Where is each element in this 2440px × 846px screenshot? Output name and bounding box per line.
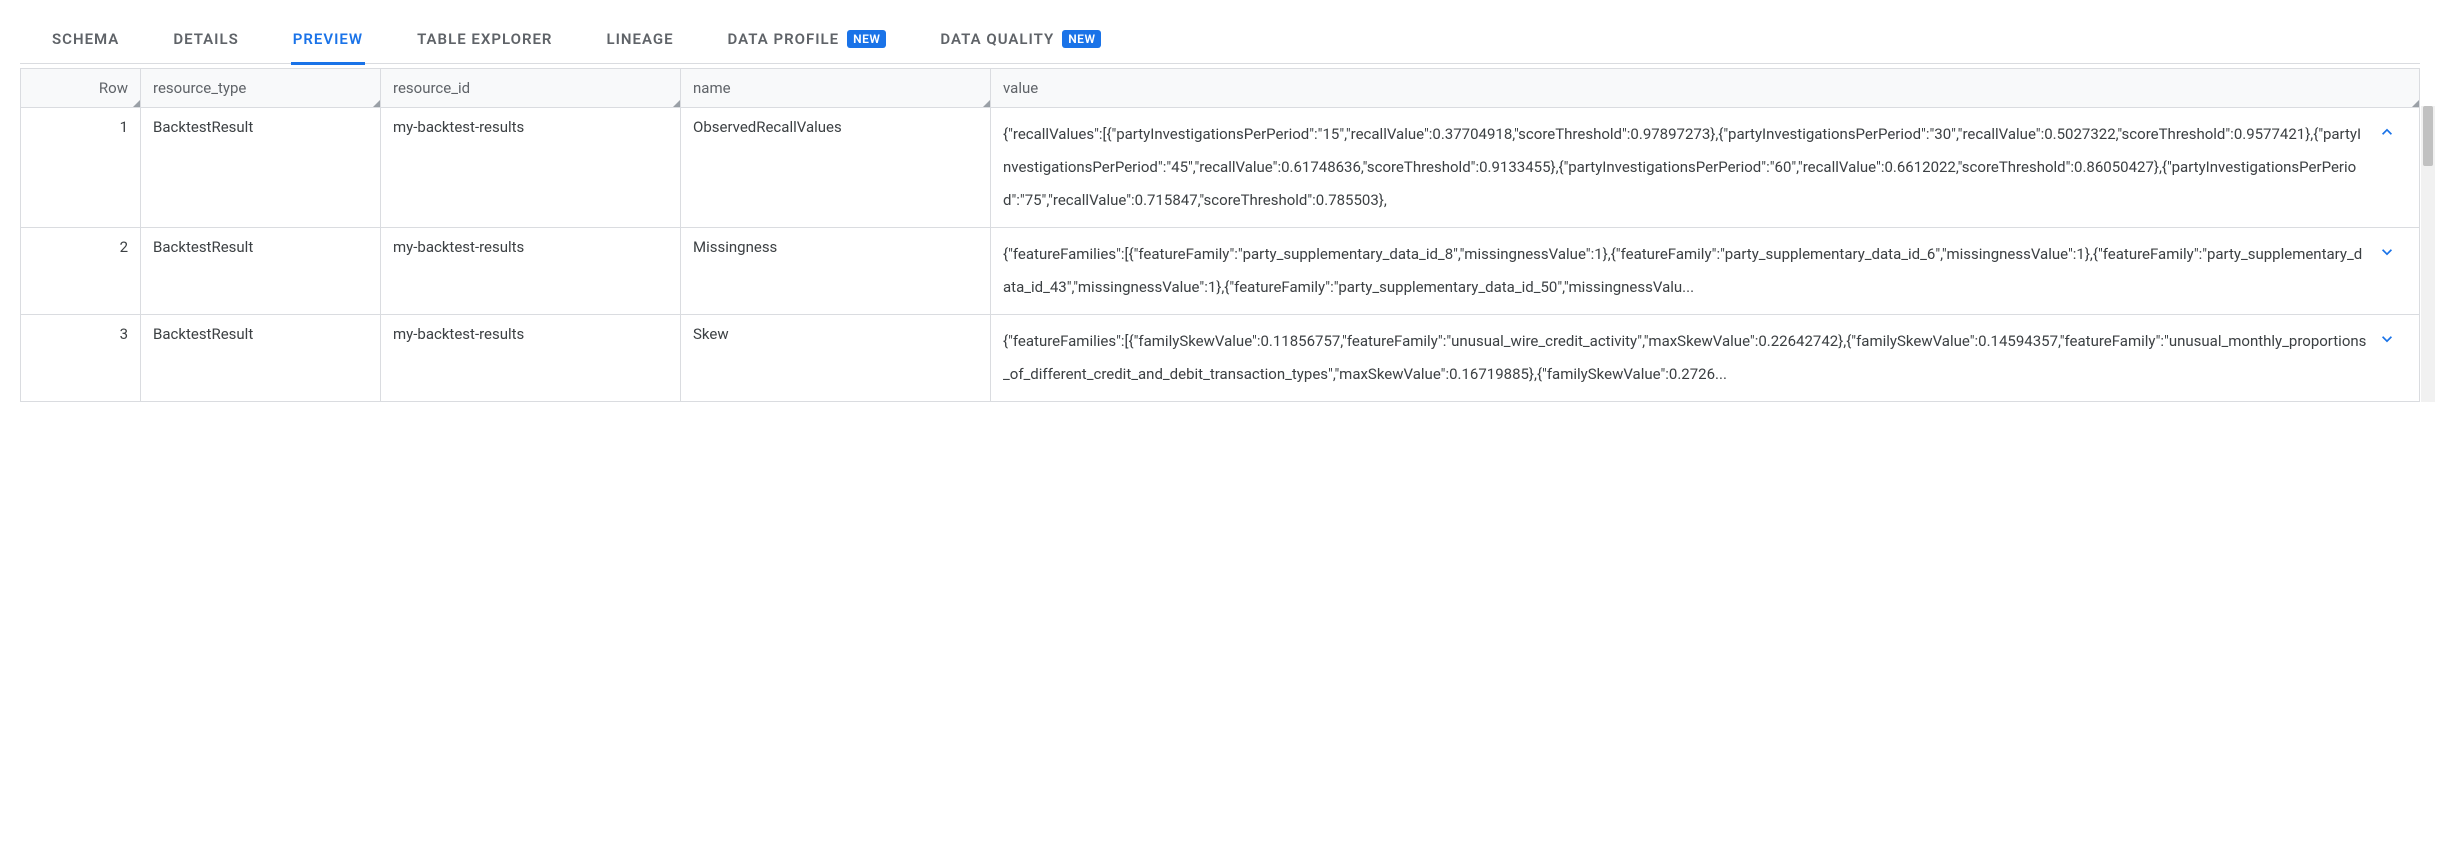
tab-label: PREVIEW bbox=[293, 30, 363, 48]
tab-details[interactable]: DETAILS bbox=[171, 20, 240, 65]
cell-row-number: 2 bbox=[21, 228, 141, 314]
cell-row-number: 1 bbox=[21, 108, 141, 227]
col-header-resource-type[interactable]: resource_type bbox=[141, 69, 381, 107]
table-row: 2BacktestResultmy-backtest-resultsMissin… bbox=[20, 228, 2420, 315]
cell-resource-type: BacktestResult bbox=[141, 108, 381, 227]
table-header-row: Row resource_type resource_id name value bbox=[20, 68, 2420, 108]
tab-label: SCHEMA bbox=[52, 30, 119, 48]
table-row: 1BacktestResultmy-backtest-resultsObserv… bbox=[20, 108, 2420, 228]
cell-row-number: 3 bbox=[21, 315, 141, 401]
cell-resource-type: BacktestResult bbox=[141, 228, 381, 314]
cell-resource-id: my-backtest-results bbox=[381, 315, 681, 401]
tab-data-profile[interactable]: DATA PROFILE NEW bbox=[726, 20, 889, 65]
cell-name: ObservedRecallValues bbox=[681, 108, 991, 227]
vertical-scrollbar[interactable] bbox=[2421, 106, 2435, 402]
tab-label: DETAILS bbox=[173, 30, 238, 48]
tab-schema[interactable]: SCHEMA bbox=[50, 20, 121, 65]
tab-label: DATA PROFILE bbox=[728, 30, 840, 48]
cell-value-text: {"recallValues":[{"partyInvestigationsPe… bbox=[1003, 118, 2367, 217]
tab-data-quality[interactable]: DATA QUALITY NEW bbox=[938, 20, 1103, 65]
cell-value: {"featureFamilies":[{"familySkewValue":0… bbox=[991, 315, 2419, 401]
tab-preview[interactable]: PREVIEW bbox=[291, 20, 365, 65]
preview-table: Row resource_type resource_id name value… bbox=[20, 68, 2420, 402]
new-badge: NEW bbox=[847, 30, 886, 48]
tab-label: TABLE EXPLORER bbox=[417, 30, 552, 48]
cell-value-text: {"featureFamilies":[{"featureFamily":"pa… bbox=[1003, 238, 2367, 304]
col-header-name[interactable]: name bbox=[681, 69, 991, 107]
cell-value: {"recallValues":[{"partyInvestigationsPe… bbox=[991, 108, 2419, 227]
tab-label: DATA QUALITY bbox=[940, 30, 1054, 48]
chevron-down-icon[interactable] bbox=[2367, 325, 2407, 391]
table-row: 3BacktestResultmy-backtest-resultsSkew{"… bbox=[20, 315, 2420, 402]
cell-name: Missingness bbox=[681, 228, 991, 314]
col-header-resource-id[interactable]: resource_id bbox=[381, 69, 681, 107]
cell-value-text: {"featureFamilies":[{"familySkewValue":0… bbox=[1003, 325, 2367, 391]
cell-resource-type: BacktestResult bbox=[141, 315, 381, 401]
cell-resource-id: my-backtest-results bbox=[381, 108, 681, 227]
tab-label: LINEAGE bbox=[606, 30, 673, 48]
col-header-row[interactable]: Row bbox=[21, 69, 141, 107]
cell-resource-id: my-backtest-results bbox=[381, 228, 681, 314]
scrollbar-thumb[interactable] bbox=[2423, 106, 2433, 166]
tab-lineage[interactable]: LINEAGE bbox=[604, 20, 675, 65]
tab-bar: SCHEMA DETAILS PREVIEW TABLE EXPLORER LINEAG… bbox=[20, 10, 2420, 64]
col-header-value-label: value bbox=[1003, 79, 1038, 97]
chevron-up-icon[interactable] bbox=[2367, 118, 2407, 217]
tab-table-explorer[interactable]: TABLE EXPLORER bbox=[415, 20, 554, 65]
new-badge: NEW bbox=[1062, 30, 1101, 48]
col-header-value[interactable]: value bbox=[991, 69, 2419, 107]
cell-name: Skew bbox=[681, 315, 991, 401]
chevron-down-icon[interactable] bbox=[2367, 238, 2407, 304]
cell-value: {"featureFamilies":[{"featureFamily":"pa… bbox=[991, 228, 2419, 314]
